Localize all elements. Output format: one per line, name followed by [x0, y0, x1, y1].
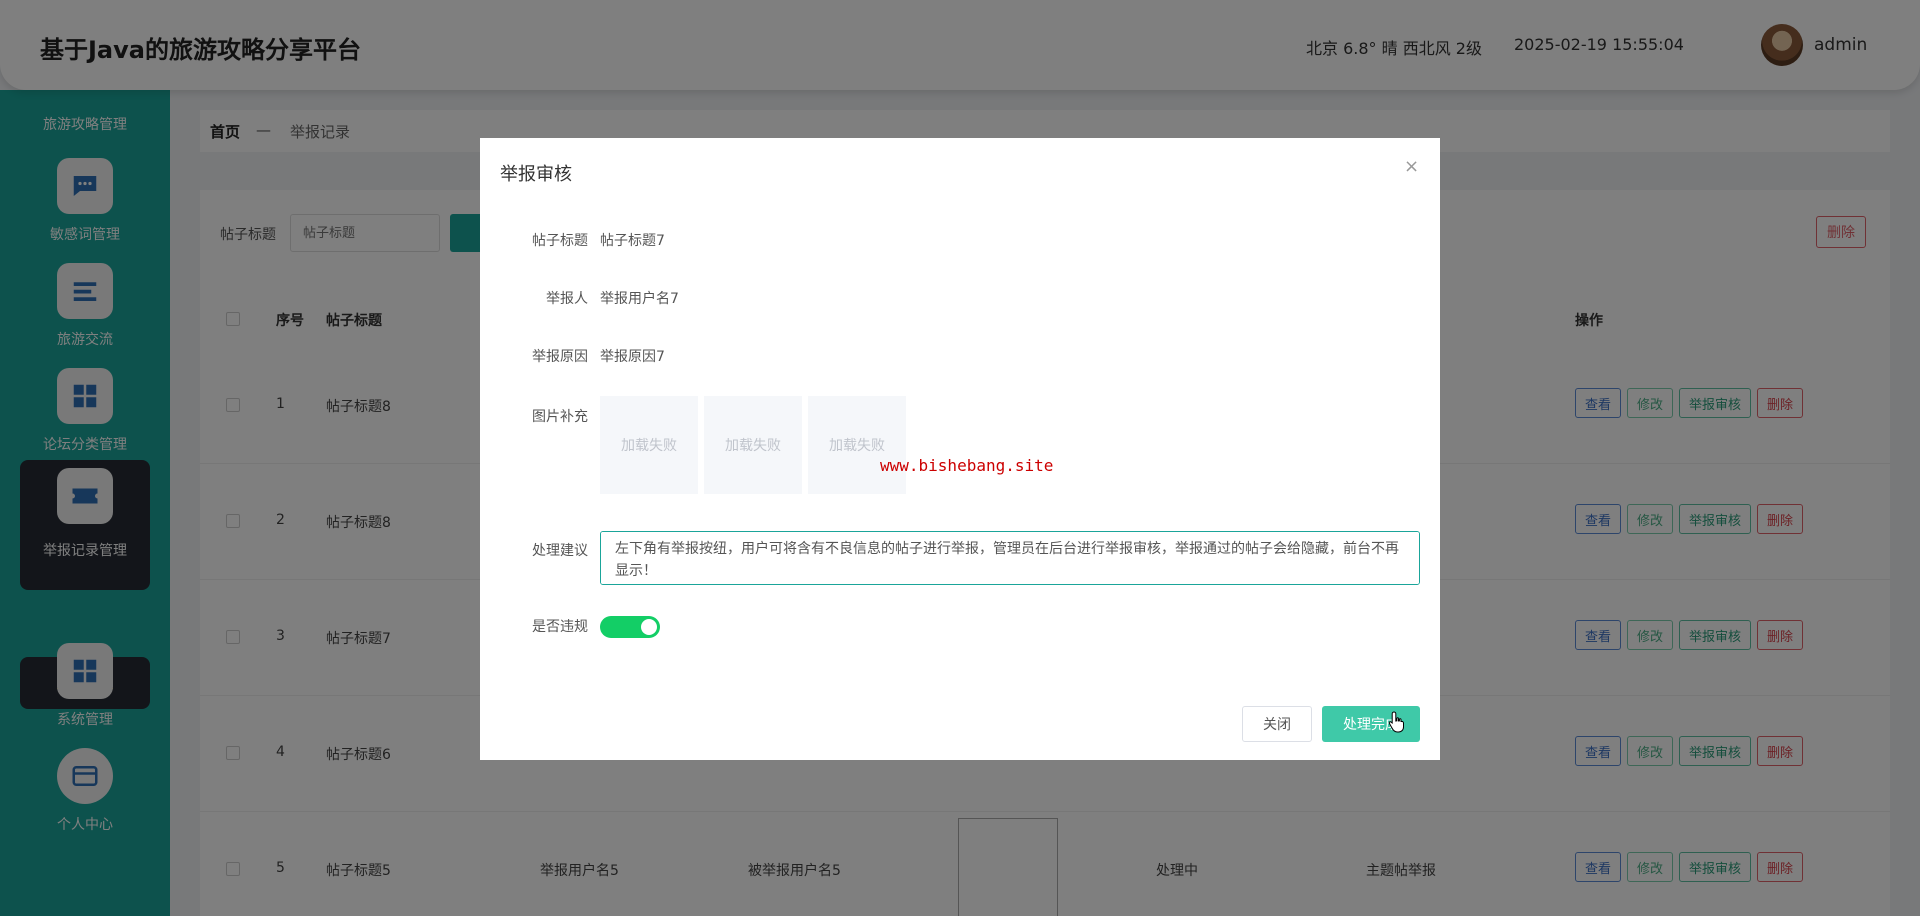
report-audit-dialog: 举报审核 × 帖子标题 帖子标题7 举报人 举报用户名7 举报原因 举报原因7 … [480, 138, 1440, 760]
image-placeholder[interactable]: 加载失败 [600, 396, 698, 494]
reporter-value: 举报用户名7 [600, 291, 679, 307]
post-title-value: 帖子标题7 [600, 233, 665, 249]
violation-label: 是否违规 [532, 619, 588, 635]
watermark: www.bishebang.site [880, 456, 1054, 475]
image-placeholder[interactable]: 加载失败 [704, 396, 802, 494]
close-icon[interactable]: × [1404, 156, 1419, 177]
images-label: 图片补充 [532, 409, 588, 425]
post-title-label: 帖子标题 [532, 233, 588, 249]
close-button[interactable]: 关闭 [1242, 706, 1312, 742]
reason-value: 举报原因7 [600, 349, 665, 365]
suggestion-textarea[interactable]: 左下角有举报按纽，用户可将含有不良信息的帖子进行举报，管理员在后台进行举报审核，… [600, 531, 1420, 585]
image-placeholder[interactable]: 加载失败 [808, 396, 906, 494]
dialog-title: 举报审核 [500, 164, 572, 185]
toggle-knob [641, 619, 657, 635]
hand-cursor-icon [1388, 711, 1404, 733]
reason-label: 举报原因 [532, 349, 588, 365]
violation-toggle[interactable] [600, 616, 660, 638]
suggestion-label: 处理建议 [532, 543, 588, 559]
reporter-label: 举报人 [546, 291, 588, 307]
